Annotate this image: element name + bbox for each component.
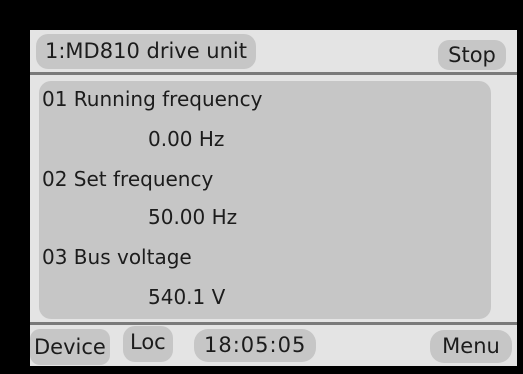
status-bar: Device Loc 18:05:05 Menu <box>30 326 517 366</box>
param-set-frequency-name: 02 Set frequency <box>42 167 214 191</box>
run-status-badge: Stop <box>438 40 506 70</box>
param-bus-voltage-name: 03 Bus voltage <box>42 245 192 269</box>
parameter-panel: 01 Running frequency 0.00 Hz 02 Set freq… <box>39 81 491 319</box>
local-control-button[interactable]: Loc <box>123 326 173 362</box>
device-button[interactable]: Device <box>30 329 110 365</box>
param-running-frequency-value: 0.00 Hz <box>148 127 225 151</box>
param-set-frequency-value: 50.00 Hz <box>148 205 238 229</box>
drive-display-screen: 1:MD810 drive unit Stop 01 Running frequ… <box>30 30 517 366</box>
clock-display: 18:05:05 <box>194 329 317 362</box>
device-title[interactable]: 1:MD810 drive unit <box>36 34 256 69</box>
header-divider <box>30 72 517 75</box>
footer-divider <box>30 322 517 325</box>
param-running-frequency-name: 01 Running frequency <box>42 87 263 111</box>
param-bus-voltage-value: 540.1 V <box>148 285 226 309</box>
menu-button[interactable]: Menu <box>430 330 512 363</box>
